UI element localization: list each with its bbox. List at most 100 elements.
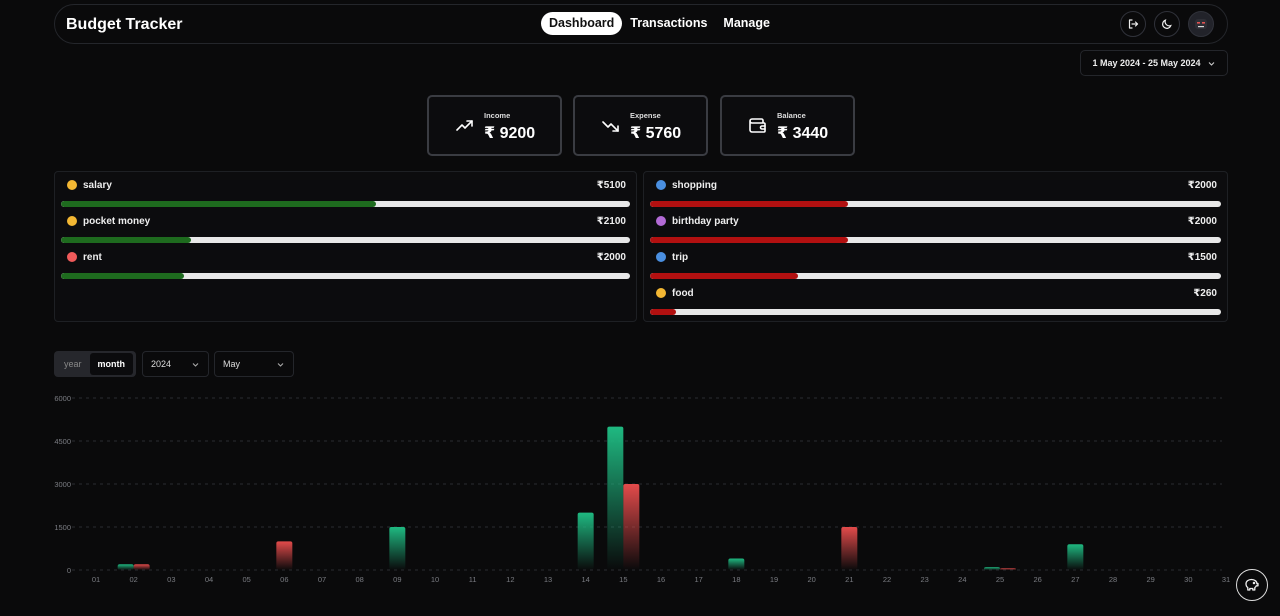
emoji-icon <box>656 252 666 262</box>
x-tick-label: 20 <box>807 575 815 584</box>
progress-track <box>650 201 1221 207</box>
emoji-icon <box>656 180 666 190</box>
income-bar[interactable] <box>728 558 745 570</box>
period-year-option[interactable]: year <box>56 353 90 375</box>
piggy-bank-icon <box>1245 578 1259 591</box>
category-amount: ₹260 <box>1193 288 1217 299</box>
expense-label: Expense <box>630 111 661 120</box>
year-select[interactable]: 2024 <box>142 351 209 377</box>
trending-up-icon <box>456 120 473 131</box>
expense-categories-panel: shopping ₹2000 birthday party ₹2000 trip… <box>643 171 1228 322</box>
x-tick-label: 01 <box>92 575 100 584</box>
expense-card: Expense ₹ 5760 <box>573 95 708 156</box>
category-amount: ₹2100 <box>596 216 626 227</box>
year-select-value: 2024 <box>151 359 172 369</box>
income-categories-panel: salary ₹5100 pocket money ₹2100 rent ₹20… <box>54 171 637 322</box>
expense-category-row: food ₹260 <box>650 280 1221 315</box>
x-tick-label: 03 <box>167 575 175 584</box>
y-tick-label: 0 <box>67 566 71 575</box>
progress-track <box>650 309 1221 315</box>
progress-track <box>650 237 1221 243</box>
balance-value: ₹ 3440 <box>777 125 829 142</box>
progress-track <box>61 273 630 279</box>
expense-category-row: trip ₹1500 <box>650 244 1221 279</box>
x-tick-label: 08 <box>355 575 363 584</box>
moon-icon <box>1162 19 1172 29</box>
period-toggle: year month <box>54 351 136 377</box>
progress-fill <box>61 237 191 243</box>
expense-bar[interactable] <box>623 484 640 570</box>
income-card: Income ₹ 9200 <box>427 95 562 156</box>
category-name: shopping <box>672 180 717 191</box>
expense-bar[interactable] <box>841 527 858 570</box>
month-select[interactable]: May <box>214 351 294 377</box>
category-amount: ₹2000 <box>1187 180 1217 191</box>
x-tick-label: 27 <box>1071 575 1079 584</box>
x-tick-label: 18 <box>732 575 740 584</box>
theme-toggle-button[interactable] <box>1154 11 1180 37</box>
x-tick-label: 04 <box>205 575 213 584</box>
expense-category-row: shopping ₹2000 <box>650 172 1221 207</box>
category-amount: ₹2000 <box>596 252 626 263</box>
logout-button[interactable] <box>1120 11 1146 37</box>
x-tick-label: 14 <box>581 575 589 584</box>
emoji-icon <box>656 288 666 298</box>
x-tick-label: 19 <box>770 575 778 584</box>
income-bar[interactable] <box>984 567 1000 570</box>
chevron-down-icon <box>192 362 199 367</box>
progress-track <box>61 201 630 207</box>
progress-track <box>650 273 1221 279</box>
app-title: Budget Tracker <box>66 16 183 33</box>
income-bar[interactable] <box>389 527 406 570</box>
income-value: ₹ 9200 <box>484 125 536 142</box>
expense-bar[interactable] <box>276 541 293 570</box>
income-category-row: rent ₹2000 <box>61 244 630 279</box>
category-name: trip <box>672 252 689 263</box>
x-tick-label: 13 <box>544 575 552 584</box>
x-tick-label: 29 <box>1146 575 1154 584</box>
x-tick-label: 09 <box>393 575 401 584</box>
progress-fill <box>650 237 849 243</box>
income-category-row: salary ₹5100 <box>61 172 630 207</box>
progress-fill <box>61 201 377 207</box>
income-bar[interactable] <box>607 426 624 570</box>
chevron-down-icon <box>1208 61 1214 66</box>
top-nav: Budget Tracker Dashboard Transactions Ma… <box>54 4 1228 44</box>
month-select-value: May <box>223 359 241 369</box>
category-name: rent <box>83 252 102 263</box>
expense-category-row: birthday party ₹2000 <box>650 208 1221 243</box>
piggy-bank-button[interactable] <box>1236 569 1268 601</box>
income-category-row: pocket money ₹2100 <box>61 208 630 243</box>
x-tick-label: 15 <box>619 575 627 584</box>
balance-label: Balance <box>777 111 806 120</box>
tab-dashboard[interactable]: Dashboard <box>541 12 623 35</box>
x-tick-label: 22 <box>883 575 891 584</box>
category-name: birthday party <box>672 216 739 227</box>
y-tick-label: 6000 <box>54 394 71 403</box>
tab-transactions[interactable]: Transactions <box>622 12 715 35</box>
nav-actions <box>1120 11 1214 37</box>
x-tick-label: 23 <box>920 575 928 584</box>
income-bar[interactable] <box>1067 544 1084 570</box>
x-tick-label: 05 <box>242 575 250 584</box>
period-month-option[interactable]: month <box>89 353 134 375</box>
avatar-icon <box>1195 19 1207 29</box>
income-bar[interactable] <box>117 564 134 570</box>
x-tick-label: 21 <box>845 575 853 584</box>
x-tick-label: 17 <box>694 575 702 584</box>
progress-fill <box>61 273 185 279</box>
progress-fill <box>650 309 676 315</box>
emoji-icon <box>67 180 77 190</box>
chart-bars <box>117 426 1084 570</box>
x-tick-label: 30 <box>1184 575 1192 584</box>
category-amount: ₹1500 <box>1187 252 1217 263</box>
tab-manage[interactable]: Manage <box>715 12 778 35</box>
balance-card: Balance ₹ 3440 <box>720 95 855 156</box>
avatar-button[interactable] <box>1188 11 1214 37</box>
date-range-picker[interactable]: 1 May 2024 - 25 May 2024 <box>1080 50 1228 76</box>
expense-bar[interactable] <box>133 564 150 570</box>
x-tick-label: 11 <box>469 575 477 584</box>
expense-bar[interactable] <box>1000 568 1016 570</box>
x-tick-label: 26 <box>1033 575 1041 584</box>
income-bar[interactable] <box>577 512 594 570</box>
